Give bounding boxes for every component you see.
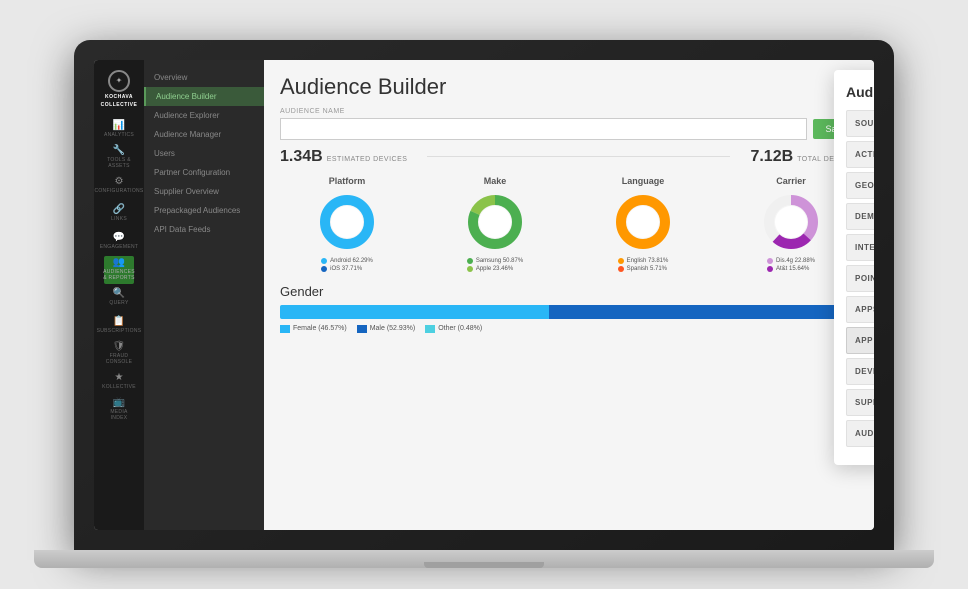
kochava-logo: KOCHAVA COLLECTIVE <box>98 68 140 110</box>
sidebar-icon-engagement[interactable]: 💬 ENGAGEMENT <box>104 228 134 256</box>
chart-language-title: Language <box>622 176 665 186</box>
filter-interests[interactable]: INTERESTS AND BEHAVIORS ∨ <box>846 234 874 261</box>
nav-item-users[interactable]: Users <box>144 144 264 163</box>
gender-title: Gender <box>280 284 858 299</box>
nav-item-audience-manager[interactable]: Audience Manager <box>144 125 264 144</box>
chart-platform-title: Platform <box>329 176 366 186</box>
filter-source[interactable]: SOURCE ∨ <box>846 110 874 137</box>
filters-panel: Audience Filters SOURCE ∨ ACTIVATION PAR… <box>834 70 874 465</box>
audience-name-row: Save <box>280 118 858 140</box>
main-content: Audience Builder AUDIENCE NAME Save 1.34… <box>264 60 874 530</box>
audience-name-input[interactable] <box>280 118 807 140</box>
gender-bar <box>280 305 858 319</box>
nav-item-partner-config[interactable]: Partner Configuration <box>144 163 264 182</box>
logo-text-2: COLLECTIVE <box>101 102 138 108</box>
laptop-wrapper: KOCHAVA COLLECTIVE 📊 ANALYTICS 🔧 TOOLS &… <box>0 0 968 589</box>
filter-activation-partners[interactable]: ACTIVATION PARTNERS ∨ <box>846 141 874 168</box>
sidebar-icon-audiences[interactable]: 👥 AUDIENCES & REPORTS <box>104 256 134 284</box>
chart-carrier-title: Carrier <box>776 176 806 186</box>
donut-carrier <box>761 192 821 252</box>
gender-legend-other: Other (0.48%) <box>425 325 482 333</box>
nav-item-api-feeds[interactable]: API Data Feeds <box>144 220 264 239</box>
filter-geography[interactable]: GEOGRAPHY ∨ <box>846 172 874 199</box>
donut-language <box>613 192 673 252</box>
laptop-screen: KOCHAVA COLLECTIVE 📊 ANALYTICS 🔧 TOOLS &… <box>94 60 874 530</box>
sidebar-icon-tools[interactable]: 🔧 TOOLS & ASSETS <box>104 144 134 172</box>
laptop-base <box>34 550 934 568</box>
nav-item-prepackaged[interactable]: Prepackaged Audiences <box>144 201 264 220</box>
logo-circle <box>108 70 130 92</box>
nav-item-audience-builder[interactable]: Audience Builder <box>144 87 264 106</box>
gender-bar-male <box>549 305 855 319</box>
sidebar-icon-config[interactable]: ⚙ CONFIGURATIONS <box>104 172 134 200</box>
sidebar-icon-analytics[interactable]: 📊 ANALYTICS <box>104 116 134 144</box>
filter-app-usage[interactable]: APP USAGE ∨ <box>846 327 874 354</box>
stat-estimated: 1.34B ESTIMATED DEVICES <box>280 148 407 166</box>
gender-section: Gender Female (46.57%) <box>280 284 858 333</box>
sidebar-icon-kollective[interactable]: ★ KOLLECTIVE <box>104 368 134 396</box>
nav-item-audience-explorer[interactable]: Audience Explorer <box>144 106 264 125</box>
donut-make <box>465 192 525 252</box>
logo-text-1: KOCHAVA <box>105 94 133 100</box>
gender-legend-female: Female (46.57%) <box>280 325 347 333</box>
filter-device[interactable]: DEVICE ∨ <box>846 358 874 385</box>
sidebar-icon-subscriptions[interactable]: 📋 SUBSCRIPTIONS <box>104 312 134 340</box>
audience-name-label: AUDIENCE NAME <box>280 108 858 115</box>
chart-make-legend: Samsung 50.87% Apple 23.46% <box>467 258 523 272</box>
laptop-body: KOCHAVA COLLECTIVE 📊 ANALYTICS 🔧 TOOLS &… <box>74 40 894 550</box>
page-title: Audience Builder <box>280 74 858 100</box>
chart-platform-legend: Android 62.29% iOS 37.71% <box>321 258 373 272</box>
filters-title: Audience Filters <box>846 84 874 100</box>
sidebar-icon-query[interactable]: 🔍 QUERY <box>104 284 134 312</box>
filter-poi[interactable]: POINTS OF INTEREST ∨ <box>846 265 874 292</box>
nav-item-overview[interactable]: Overview <box>144 68 264 87</box>
stats-row: 1.34B ESTIMATED DEVICES 7.12B TOTAL DEVI… <box>280 148 858 166</box>
chart-platform: Platform Android 62.29% <box>280 176 414 272</box>
filter-apps-on-device[interactable]: APPS ON DEVICE ∨ <box>846 296 874 323</box>
sidebar-dark: KOCHAVA COLLECTIVE 📊 ANALYTICS 🔧 TOOLS &… <box>94 60 144 530</box>
sidebar-icon-links[interactable]: 🔗 LINKS <box>104 200 134 228</box>
gender-legend-male: Male (52.93%) <box>357 325 416 333</box>
chart-make-title: Make <box>484 176 507 186</box>
gender-legend: Female (46.57%) Male (52.93%) Other (0.4… <box>280 325 858 333</box>
chart-carrier-legend: Dis.4g 22.88% At&t 15.64% <box>767 258 815 272</box>
chart-language-legend: English 73.81% Spanish 5.71% <box>618 258 669 272</box>
sidebar-icons: 📊 ANALYTICS 🔧 TOOLS & ASSETS ⚙ CONFIGURA… <box>94 116 144 424</box>
filter-audience-size[interactable]: AUDIENCE SIZE ∨ <box>846 420 874 447</box>
filter-demographics[interactable]: DEMOGRAPHICS ∨ <box>846 203 874 230</box>
sidebar-icon-fraud[interactable]: 🛡 FRAUD CONSOLE <box>104 340 134 368</box>
donut-platform <box>317 192 377 252</box>
nav-item-supplier-overview[interactable]: Supplier Overview <box>144 182 264 201</box>
charts-row: Platform Android 62.29% <box>280 176 858 272</box>
chart-language: Language English 73.81% <box>576 176 710 272</box>
sidebar-icon-media[interactable]: 📺 MEDIA INDEX <box>104 396 134 424</box>
gender-bar-female <box>280 305 549 319</box>
sidebar-nav: Overview Audience Builder Audience Explo… <box>144 60 264 530</box>
chart-make: Make Samsung 50.87% <box>428 176 562 272</box>
filter-suppress[interactable]: SUPPRESS ∨ <box>846 389 874 416</box>
